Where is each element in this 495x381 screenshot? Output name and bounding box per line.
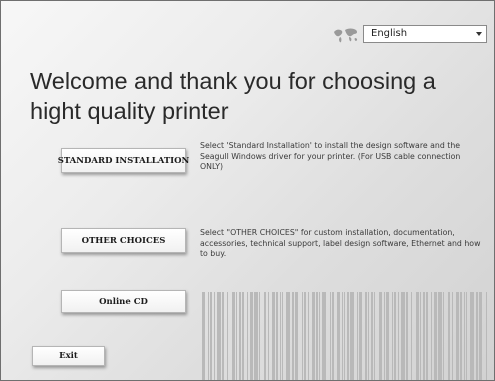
barcode-bar bbox=[357, 292, 358, 380]
barcode-graphic bbox=[202, 292, 487, 380]
barcode-bar bbox=[312, 292, 315, 380]
barcode-bar bbox=[379, 292, 382, 380]
barcode-bar bbox=[286, 292, 290, 380]
barcode-bar bbox=[222, 292, 224, 380]
barcode-bar bbox=[416, 292, 419, 380]
barcode-bar bbox=[384, 292, 385, 380]
barcode-bar bbox=[460, 292, 462, 380]
page-title: Welcome and thank you for choosing a hig… bbox=[30, 68, 436, 124]
barcode-bar bbox=[464, 292, 465, 380]
barcode-bar bbox=[438, 292, 442, 380]
barcode-bar bbox=[337, 292, 340, 380]
barcode-bar bbox=[322, 292, 326, 380]
barcode-bar bbox=[368, 292, 369, 380]
barcode-bar bbox=[295, 292, 298, 380]
barcode-bar bbox=[486, 292, 487, 380]
barcode-bar bbox=[319, 292, 320, 380]
barcode-bar bbox=[208, 292, 209, 380]
barcode-bar bbox=[347, 292, 349, 380]
barcode-bar bbox=[359, 292, 362, 380]
barcode-bar bbox=[420, 292, 421, 380]
barcode-bar bbox=[443, 292, 444, 380]
barcode-bar bbox=[259, 292, 260, 380]
barcode-bar bbox=[466, 292, 467, 380]
exit-button[interactable]: Exit bbox=[32, 346, 105, 366]
barcode-bar bbox=[374, 292, 375, 380]
language-select-value: English bbox=[371, 28, 408, 39]
barcode-bar bbox=[254, 292, 258, 380]
barcode-bar bbox=[342, 292, 343, 380]
barcode-bar bbox=[276, 292, 278, 380]
barcode-bar bbox=[426, 292, 428, 380]
barcode-bar bbox=[232, 292, 235, 380]
language-select[interactable]: English bbox=[363, 25, 487, 43]
barcode-bar bbox=[268, 292, 269, 380]
barcode-bar bbox=[250, 292, 253, 380]
barcode-bar bbox=[470, 292, 474, 380]
barcode-bar bbox=[406, 292, 408, 380]
barcode-bar bbox=[371, 292, 373, 380]
barcode-bar bbox=[308, 292, 309, 380]
barcode-bar bbox=[394, 292, 396, 380]
barcode-bar bbox=[302, 292, 303, 380]
standard-installation-button[interactable]: STANDARD INSTALLATION bbox=[58, 148, 189, 173]
barcode-bar bbox=[202, 292, 205, 380]
barcode-bar bbox=[304, 292, 306, 380]
installer-window: English Welcome and thank you for choosi… bbox=[0, 0, 495, 381]
barcode-bar bbox=[479, 292, 482, 380]
barcode-bar bbox=[272, 292, 275, 380]
barcode-bar bbox=[210, 292, 212, 380]
barcode-bar bbox=[236, 292, 237, 380]
barcode-bar bbox=[344, 292, 345, 380]
other-choices-description: Select "OTHER CHOICES" for custom instal… bbox=[200, 228, 481, 258]
barcode-bar bbox=[448, 292, 450, 380]
barcode-bar bbox=[292, 292, 294, 380]
barcode-bar bbox=[398, 292, 399, 380]
other-choices-button[interactable]: OTHER CHOICES bbox=[61, 228, 186, 253]
barcode-bar bbox=[401, 292, 405, 380]
chevron-down-icon[interactable] bbox=[476, 32, 482, 36]
standard-installation-description: Select 'Standard Installation' to instal… bbox=[200, 141, 461, 171]
barcode-bar bbox=[423, 292, 425, 380]
globe-icon bbox=[334, 28, 358, 43]
barcode-bar bbox=[242, 292, 244, 380]
barcode-bar bbox=[280, 292, 281, 380]
barcode-bar bbox=[330, 292, 331, 380]
barcode-bar bbox=[350, 292, 354, 380]
barcode-bar bbox=[431, 292, 432, 380]
barcode-bar bbox=[282, 292, 283, 380]
barcode-bar bbox=[386, 292, 389, 380]
barcode-bar bbox=[365, 292, 367, 380]
barcode-bar bbox=[456, 292, 459, 380]
barcode-bar bbox=[227, 292, 228, 380]
barcode-bar bbox=[434, 292, 437, 380]
barcode-bar bbox=[332, 292, 334, 380]
barcode-bar bbox=[217, 292, 221, 380]
barcode-bar bbox=[214, 292, 215, 380]
barcode-bar bbox=[239, 292, 241, 380]
barcode-bar bbox=[264, 292, 266, 380]
barcode-bar bbox=[316, 292, 318, 380]
barcode-bar bbox=[392, 292, 393, 380]
online-cd-button[interactable]: Online CD bbox=[61, 290, 186, 313]
barcode-bar bbox=[452, 292, 453, 380]
barcode-bar bbox=[247, 292, 248, 380]
barcode-bar bbox=[411, 292, 412, 380]
barcode-bar bbox=[476, 292, 478, 380]
